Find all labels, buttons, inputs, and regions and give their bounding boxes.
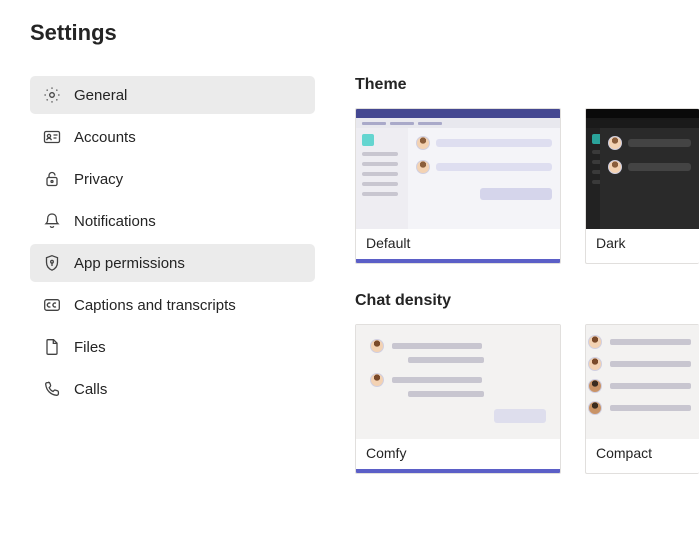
- density-option-label: Compact: [586, 439, 699, 469]
- bell-icon: [42, 211, 62, 231]
- theme-option-default[interactable]: Default: [355, 108, 561, 264]
- density-comfy-preview: [356, 325, 560, 439]
- chat-density-section: Chat density Comfy: [355, 292, 700, 474]
- shield-key-icon: [42, 253, 62, 273]
- settings-sidebar: General Accounts Privacy Notifications A: [30, 76, 315, 474]
- sidebar-item-calls[interactable]: Calls: [30, 370, 315, 408]
- theme-default-preview: [356, 109, 560, 229]
- sidebar-item-label: Privacy: [74, 171, 123, 188]
- theme-options-row: Default: [355, 108, 700, 264]
- density-option-compact[interactable]: Compact: [585, 324, 699, 474]
- settings-page-title: Settings: [30, 20, 700, 46]
- sidebar-item-general[interactable]: General: [30, 76, 315, 114]
- sidebar-item-captions-transcripts[interactable]: Captions and transcripts: [30, 286, 315, 324]
- settings-layout: General Accounts Privacy Notifications A: [30, 76, 700, 474]
- phone-icon: [42, 379, 62, 399]
- density-option-label: Comfy: [356, 439, 560, 469]
- lock-icon: [42, 169, 62, 189]
- theme-heading: Theme: [355, 76, 700, 94]
- sidebar-item-accounts[interactable]: Accounts: [30, 118, 315, 156]
- settings-main-panel: Theme: [355, 76, 700, 474]
- theme-dark-preview: [586, 109, 699, 229]
- sidebar-item-app-permissions[interactable]: App permissions: [30, 244, 315, 282]
- sidebar-item-files[interactable]: Files: [30, 328, 315, 366]
- sidebar-item-label: App permissions: [74, 255, 185, 272]
- theme-option-dark[interactable]: Dark: [585, 108, 699, 264]
- sidebar-item-notifications[interactable]: Notifications: [30, 202, 315, 240]
- sidebar-item-label: Accounts: [74, 129, 136, 146]
- sidebar-item-label: Calls: [74, 381, 107, 398]
- sidebar-item-privacy[interactable]: Privacy: [30, 160, 315, 198]
- sidebar-item-label: Files: [74, 339, 106, 356]
- density-option-comfy[interactable]: Comfy: [355, 324, 561, 474]
- gear-icon: [42, 85, 62, 105]
- sidebar-item-label: Notifications: [74, 213, 156, 230]
- sidebar-item-label: Captions and transcripts: [74, 297, 236, 314]
- cc-icon: [42, 295, 62, 315]
- theme-option-label: Dark: [586, 229, 699, 259]
- theme-option-label: Default: [356, 229, 560, 259]
- id-card-icon: [42, 127, 62, 147]
- selected-indicator: [356, 469, 560, 473]
- chat-density-heading: Chat density: [355, 292, 700, 310]
- file-icon: [42, 337, 62, 357]
- chat-density-options-row: Comfy Compact: [355, 324, 700, 474]
- density-compact-preview: [586, 325, 699, 439]
- sidebar-item-label: General: [74, 87, 127, 104]
- theme-section: Theme: [355, 76, 700, 264]
- selected-indicator: [356, 259, 560, 263]
